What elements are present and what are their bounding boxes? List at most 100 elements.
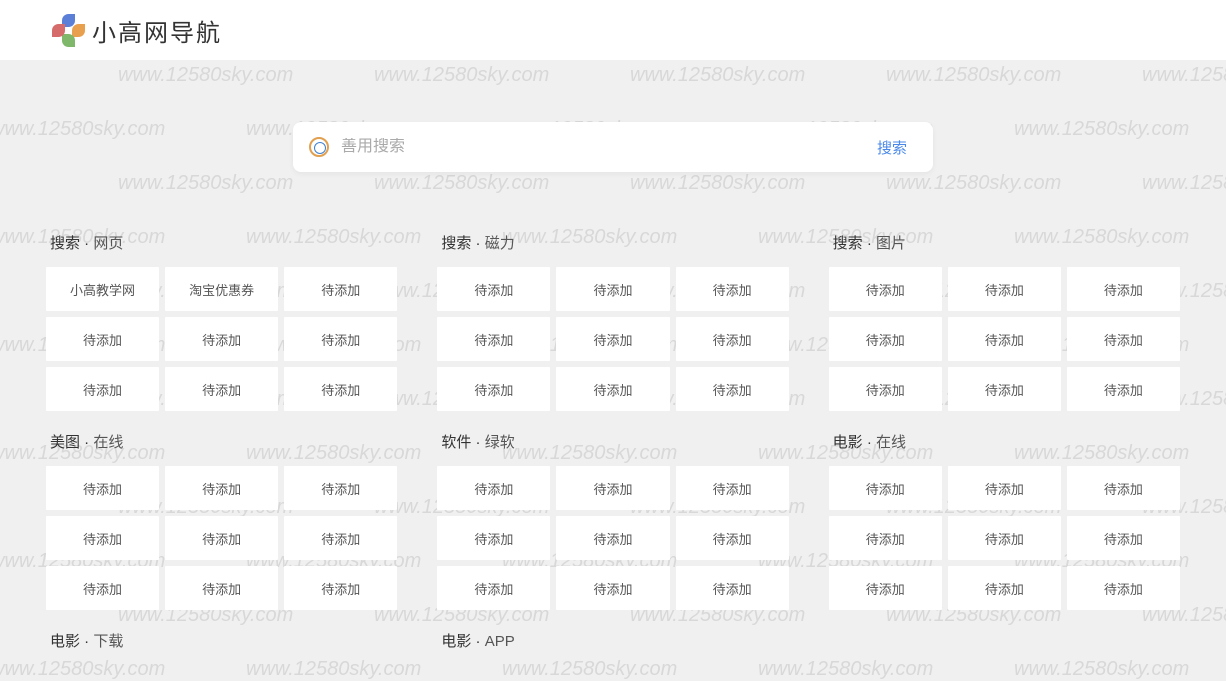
category-title-main: 搜索: [50, 235, 80, 252]
nav-tile[interactable]: 待添加: [1067, 367, 1180, 411]
category-title-main: 软件: [441, 434, 471, 451]
category-title-sub: 绿软: [485, 434, 515, 451]
category-title-main: 电影: [441, 633, 471, 650]
category-block: 美图 · 在线待添加待添加待添加待添加待添加待添加待添加待添加待添加: [46, 431, 397, 610]
nav-tile[interactable]: 待添加: [829, 566, 942, 610]
nav-tile[interactable]: 待添加: [556, 367, 669, 411]
nav-tile[interactable]: 待添加: [46, 566, 159, 610]
category-title-main: 搜索: [441, 235, 471, 252]
nav-tile[interactable]: 待添加: [948, 267, 1061, 311]
search-button[interactable]: 搜索: [855, 122, 929, 172]
nav-tile[interactable]: 待添加: [676, 367, 789, 411]
category-block: 搜索 · 网页小高教学网淘宝优惠券待添加待添加待添加待添加待添加待添加待添加: [46, 232, 397, 411]
category-title-sub: 在线: [876, 434, 906, 451]
category-title-sub: 网页: [93, 235, 123, 252]
tile-grid: 待添加待添加待添加待添加待添加待添加待添加待添加待添加: [829, 267, 1180, 411]
nav-tile[interactable]: 待添加: [437, 317, 550, 361]
tile-grid: 待添加待添加待添加待添加待添加待添加待添加待添加待添加: [437, 466, 788, 610]
nav-tile[interactable]: 待添加: [829, 317, 942, 361]
category-block: 电影 · 在线待添加待添加待添加待添加待添加待添加待添加待添加待添加: [829, 431, 1180, 610]
nav-tile[interactable]: 待添加: [437, 267, 550, 311]
nav-tile[interactable]: 待添加: [1067, 466, 1180, 510]
nav-tile[interactable]: 待添加: [284, 566, 397, 610]
nav-tile[interactable]: 待添加: [676, 566, 789, 610]
category-title: 搜索 · 图片: [829, 232, 1180, 253]
category-title-sub: 在线: [93, 434, 123, 451]
nav-tile[interactable]: 待添加: [284, 317, 397, 361]
nav-tile[interactable]: 待添加: [556, 267, 669, 311]
nav-tile[interactable]: 待添加: [1067, 516, 1180, 560]
category-title-main: 电影: [50, 633, 80, 650]
category-block: 搜索 · 图片待添加待添加待添加待添加待添加待添加待添加待添加待添加: [829, 232, 1180, 411]
nav-tile[interactable]: 待添加: [1067, 267, 1180, 311]
nav-tile[interactable]: 待添加: [676, 516, 789, 560]
category-title: 电影 · APP: [437, 630, 788, 651]
category-title-sub: APP: [485, 633, 515, 650]
category-title-sub: 图片: [876, 235, 906, 252]
nav-tile[interactable]: 待添加: [676, 466, 789, 510]
category-title-main: 美图: [50, 434, 80, 451]
nav-tile[interactable]: 待添加: [46, 516, 159, 560]
nav-tile[interactable]: 待添加: [948, 516, 1061, 560]
category-block: 软件 · 绿软待添加待添加待添加待添加待添加待添加待添加待添加待添加: [437, 431, 788, 610]
nav-tile[interactable]: 待添加: [556, 317, 669, 361]
nav-tile[interactable]: 待添加: [829, 367, 942, 411]
nav-tile[interactable]: 待添加: [556, 566, 669, 610]
nav-tile[interactable]: 待添加: [46, 367, 159, 411]
nav-tile[interactable]: 待添加: [437, 566, 550, 610]
nav-tile[interactable]: 待添加: [165, 516, 278, 560]
search-section: 搜索: [0, 60, 1226, 232]
nav-tile[interactable]: 待添加: [948, 317, 1061, 361]
search-input[interactable]: [341, 138, 855, 156]
tile-grid: 待添加待添加待添加待添加待添加待添加待添加待添加待添加: [829, 466, 1180, 610]
nav-tile[interactable]: 待添加: [46, 317, 159, 361]
category-title: 电影 · 在线: [829, 431, 1180, 452]
nav-tile[interactable]: 待添加: [284, 466, 397, 510]
search-engine-icon[interactable]: [309, 137, 329, 157]
nav-tile[interactable]: 待添加: [165, 367, 278, 411]
nav-tile[interactable]: 待添加: [948, 566, 1061, 610]
nav-tile[interactable]: 待添加: [948, 367, 1061, 411]
category-title: 搜索 · 网页: [46, 232, 397, 253]
category-title: 搜索 · 磁力: [437, 232, 788, 253]
category-title: 美图 · 在线: [46, 431, 397, 452]
tile-grid: 小高教学网淘宝优惠券待添加待添加待添加待添加待添加待添加待添加: [46, 267, 397, 411]
nav-tile[interactable]: 待添加: [829, 267, 942, 311]
nav-tile[interactable]: 待添加: [1067, 566, 1180, 610]
nav-tile[interactable]: 小高教学网: [46, 267, 159, 311]
site-title: 小高网导航: [92, 13, 222, 48]
nav-tile[interactable]: 淘宝优惠券: [165, 267, 278, 311]
nav-tile[interactable]: 待添加: [284, 367, 397, 411]
category-title: 软件 · 绿软: [437, 431, 788, 452]
nav-tile[interactable]: 待添加: [676, 267, 789, 311]
nav-tile[interactable]: 待添加: [284, 516, 397, 560]
nav-tile[interactable]: 待添加: [165, 466, 278, 510]
category-grid: 搜索 · 网页小高教学网淘宝优惠券待添加待添加待添加待添加待添加待添加待添加搜索…: [0, 232, 1226, 610]
nav-tile[interactable]: 待添加: [556, 516, 669, 560]
category-title-main: 搜索: [833, 235, 863, 252]
nav-tile[interactable]: 待添加: [829, 516, 942, 560]
tile-grid: 待添加待添加待添加待添加待添加待添加待添加待添加待添加: [437, 267, 788, 411]
category-block: 搜索 · 磁力待添加待添加待添加待添加待添加待添加待添加待添加待添加: [437, 232, 788, 411]
nav-tile[interactable]: 待添加: [437, 367, 550, 411]
nav-tile[interactable]: 待添加: [948, 466, 1061, 510]
category-title-main: 电影: [833, 434, 863, 451]
search-box: 搜索: [293, 122, 933, 172]
category-title-sub: 下载: [93, 633, 123, 650]
header: 小高网导航: [0, 0, 1226, 60]
category-title: 电影 · 下载: [46, 630, 397, 651]
nav-tile[interactable]: 待添加: [829, 466, 942, 510]
pinwheel-logo-icon: [52, 14, 84, 46]
nav-tile[interactable]: 待添加: [165, 317, 278, 361]
nav-tile[interactable]: 待添加: [437, 466, 550, 510]
nav-tile[interactable]: 待添加: [165, 566, 278, 610]
nav-tile[interactable]: 待添加: [556, 466, 669, 510]
category-title-sub: 磁力: [485, 235, 515, 252]
nav-tile[interactable]: 待添加: [46, 466, 159, 510]
partial-category-row: 电影 · 下载 电影 · APP: [0, 630, 1226, 651]
nav-tile[interactable]: 待添加: [676, 317, 789, 361]
tile-grid: 待添加待添加待添加待添加待添加待添加待添加待添加待添加: [46, 466, 397, 610]
nav-tile[interactable]: 待添加: [1067, 317, 1180, 361]
nav-tile[interactable]: 待添加: [284, 267, 397, 311]
nav-tile[interactable]: 待添加: [437, 516, 550, 560]
